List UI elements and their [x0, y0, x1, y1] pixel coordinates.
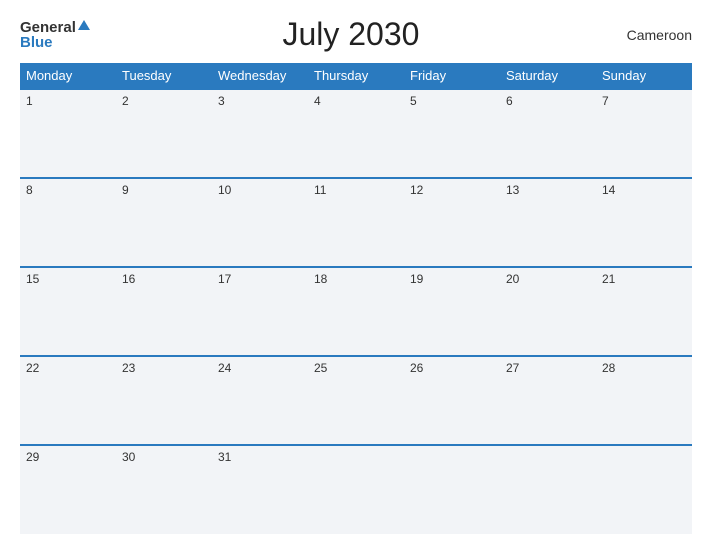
day-number: 17 [218, 272, 302, 286]
calendar-cell: 18 [308, 267, 404, 356]
calendar-cell: 2 [116, 89, 212, 178]
calendar-cell: 19 [404, 267, 500, 356]
calendar-cell: 11 [308, 178, 404, 267]
calendar-cell: 21 [596, 267, 692, 356]
day-number: 15 [26, 272, 110, 286]
calendar-cell [596, 445, 692, 534]
calendar-cell: 12 [404, 178, 500, 267]
day-number: 5 [410, 94, 494, 108]
day-number: 2 [122, 94, 206, 108]
day-number: 3 [218, 94, 302, 108]
calendar-table: MondayTuesdayWednesdayThursdayFridaySatu… [20, 63, 692, 534]
day-number: 16 [122, 272, 206, 286]
day-number: 9 [122, 183, 206, 197]
month-title: July 2030 [90, 16, 612, 53]
calendar-cell: 7 [596, 89, 692, 178]
calendar-week-row: 22 23 24 25 26 27 28 [20, 356, 692, 445]
weekday-header-thursday: Thursday [308, 63, 404, 89]
calendar-header-row: MondayTuesdayWednesdayThursdayFridaySatu… [20, 63, 692, 89]
calendar-week-row: 1234567 [20, 89, 692, 178]
calendar-cell: 27 [500, 356, 596, 445]
day-number: 1 [26, 94, 110, 108]
day-number: 31 [218, 450, 302, 464]
day-number: 29 [26, 450, 110, 464]
weekday-header-wednesday: Wednesday [212, 63, 308, 89]
day-number: 24 [218, 361, 302, 375]
day-number: 13 [506, 183, 590, 197]
calendar-cell: 30 [116, 445, 212, 534]
day-number: 27 [506, 361, 590, 375]
calendar-cell: 23 [116, 356, 212, 445]
day-number: 30 [122, 450, 206, 464]
calendar-week-row: 89 10 11 12 13 14 [20, 178, 692, 267]
day-number: 6 [506, 94, 590, 108]
day-number: 11 [314, 183, 398, 197]
day-number: 12 [410, 183, 494, 197]
day-number: 28 [602, 361, 686, 375]
calendar-cell [308, 445, 404, 534]
weekday-header-saturday: Saturday [500, 63, 596, 89]
calendar-cell: 28 [596, 356, 692, 445]
calendar-week-row: 15 16 17 18 19 20 21 [20, 267, 692, 356]
logo-triangle-icon [78, 20, 90, 30]
day-number: 14 [602, 183, 686, 197]
logo-general-text: General [20, 20, 76, 35]
day-number: 26 [410, 361, 494, 375]
calendar-cell: 5 [404, 89, 500, 178]
weekday-header-tuesday: Tuesday [116, 63, 212, 89]
day-number: 19 [410, 272, 494, 286]
weekday-header-sunday: Sunday [596, 63, 692, 89]
calendar-cell: 13 [500, 178, 596, 267]
calendar-cell: 6 [500, 89, 596, 178]
calendar-cell: 17 [212, 267, 308, 356]
weekday-header-monday: Monday [20, 63, 116, 89]
day-number: 22 [26, 361, 110, 375]
calendar-cell: 1 [20, 89, 116, 178]
calendar-cell: 16 [116, 267, 212, 356]
day-number: 4 [314, 94, 398, 108]
day-number: 10 [218, 183, 302, 197]
calendar-header: General Blue July 2030 Cameroon [20, 16, 692, 53]
day-number: 25 [314, 361, 398, 375]
calendar-cell: 14 [596, 178, 692, 267]
day-number: 18 [314, 272, 398, 286]
calendar-cell: 31 [212, 445, 308, 534]
day-number: 8 [26, 183, 110, 197]
calendar-cell: 24 [212, 356, 308, 445]
calendar-cell: 29 [20, 445, 116, 534]
weekday-header-friday: Friday [404, 63, 500, 89]
day-number: 20 [506, 272, 590, 286]
calendar-week-row: 29 30 31 [20, 445, 692, 534]
calendar-cell [500, 445, 596, 534]
day-number: 7 [602, 94, 686, 108]
calendar-cell [404, 445, 500, 534]
calendar-page: General Blue July 2030 Cameroon MondayTu… [0, 0, 712, 550]
calendar-cell: 22 [20, 356, 116, 445]
country-label: Cameroon [612, 27, 692, 43]
calendar-cell: 8 [20, 178, 116, 267]
calendar-cell: 26 [404, 356, 500, 445]
calendar-cell: 4 [308, 89, 404, 178]
calendar-cell: 15 [20, 267, 116, 356]
calendar-cell: 25 [308, 356, 404, 445]
calendar-body: 1234567891011121314151617181920212223242… [20, 89, 692, 534]
calendar-cell: 20 [500, 267, 596, 356]
logo-blue-text: Blue [20, 35, 53, 50]
calendar-cell: 3 [212, 89, 308, 178]
calendar-cell: 10 [212, 178, 308, 267]
day-number: 21 [602, 272, 686, 286]
logo: General Blue [20, 20, 90, 50]
day-number: 23 [122, 361, 206, 375]
calendar-cell: 9 [116, 178, 212, 267]
